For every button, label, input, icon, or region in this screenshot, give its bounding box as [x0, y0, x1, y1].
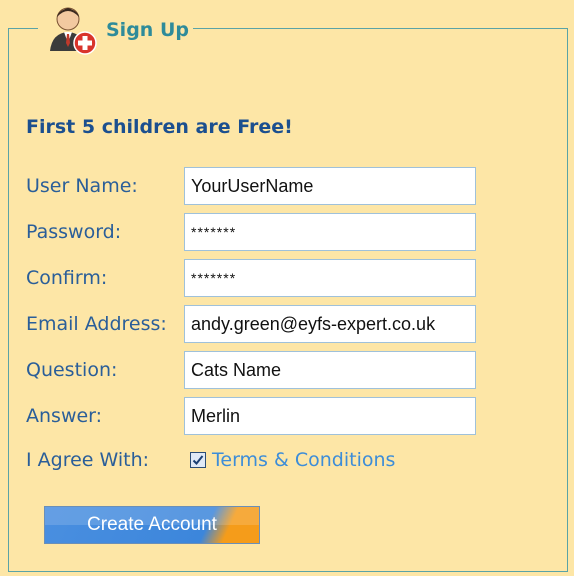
user-add-icon: [50, 7, 97, 55]
field-row-question: Question: Cats Name: [26, 350, 476, 390]
signup-fieldset: [8, 28, 568, 572]
answer-label: Answer:: [26, 405, 103, 427]
password-input[interactable]: *******: [184, 213, 476, 251]
legend-title: Sign Up: [106, 19, 189, 41]
field-row-password: Password: *******: [26, 212, 476, 252]
question-input[interactable]: Cats Name: [184, 351, 476, 389]
email-label: Email Address:: [26, 313, 167, 335]
field-row-answer: Answer: Merlin: [26, 396, 476, 436]
signup-panel: Sign Up First 5 children are Free! User …: [0, 0, 574, 576]
password-label: Password:: [26, 221, 122, 243]
create-account-label: Create Account: [87, 514, 217, 535]
terms-link[interactable]: Terms & Conditions: [212, 449, 395, 471]
create-account-button[interactable]: Create Account: [44, 506, 260, 544]
email-input[interactable]: andy.green@eyfs-expert.co.uk: [184, 305, 476, 343]
promo-headline: First 5 children are Free!: [26, 116, 293, 138]
agree-row: I Agree With: Terms & Conditions: [26, 442, 395, 478]
signup-legend: Sign Up: [38, 7, 193, 55]
username-label: User Name:: [26, 175, 138, 197]
field-row-email: Email Address: andy.green@eyfs-expert.co…: [26, 304, 476, 344]
checkmark-icon: [192, 455, 204, 465]
answer-input[interactable]: Merlin: [184, 397, 476, 435]
confirm-password-input[interactable]: *******: [184, 259, 476, 297]
confirm-label: Confirm:: [26, 267, 108, 289]
agree-label: I Agree With:: [26, 449, 150, 471]
username-input[interactable]: YourUserName: [184, 167, 476, 205]
question-label: Question:: [26, 359, 118, 381]
terms-checkbox[interactable]: [190, 452, 206, 468]
field-row-username: User Name: YourUserName: [26, 166, 476, 206]
field-row-confirm: Confirm: *******: [26, 258, 476, 298]
